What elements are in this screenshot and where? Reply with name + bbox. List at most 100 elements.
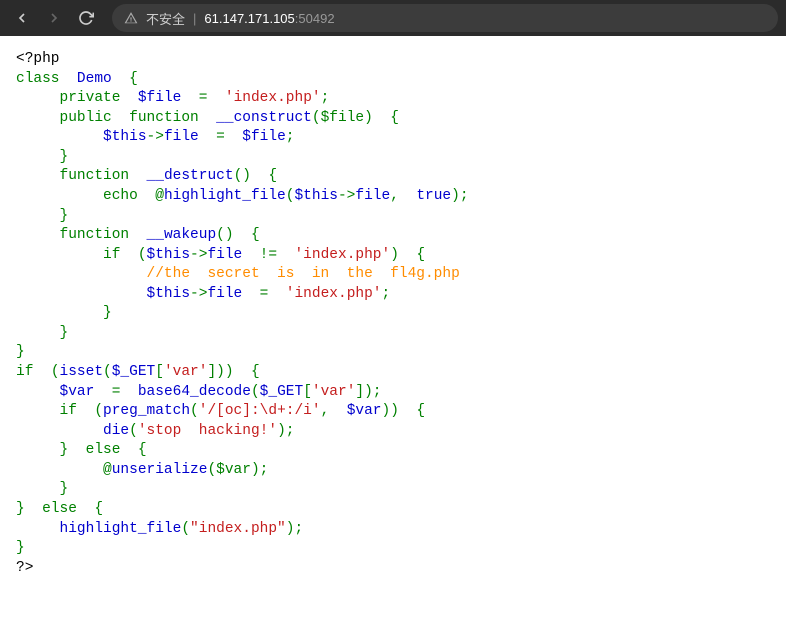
address-bar[interactable]: 不安全 | 61.147.171.105:50492	[112, 4, 778, 32]
url-text: 61.147.171.105:50492	[204, 11, 334, 26]
brace: {	[94, 501, 103, 517]
semi: ;	[460, 188, 469, 204]
brace: {	[416, 247, 425, 263]
paren: ()	[234, 168, 251, 184]
paren: )	[390, 247, 399, 263]
code-content: <?php class Demo { private $file = 'inde…	[0, 36, 786, 592]
fn-preg: preg_match	[103, 403, 190, 419]
kw-public: public	[60, 110, 112, 126]
var-file: $file	[138, 90, 182, 106]
insecure-icon	[124, 11, 138, 25]
paren: (	[103, 364, 112, 380]
brace: }	[16, 501, 25, 517]
kw-if: if	[16, 364, 33, 380]
comment-secret: //the secret is in the fl4g.php	[147, 266, 460, 282]
var-this: $this	[147, 286, 191, 302]
var-var: $var	[347, 403, 382, 419]
str-regex: '/[oc]:\d+:/i'	[199, 403, 321, 419]
brace: {	[251, 227, 260, 243]
var-var: $var	[60, 384, 95, 400]
fn-hf: highlight_file	[164, 188, 286, 204]
brace: }	[16, 540, 25, 556]
arrow: ->	[338, 188, 355, 204]
kw-true: true	[416, 188, 451, 204]
str-var: 'var'	[164, 364, 208, 380]
class-name: Demo	[77, 71, 112, 87]
str-index: 'index.php'	[294, 247, 390, 263]
brace: {	[129, 71, 138, 87]
fn-construct: __construct	[216, 110, 312, 126]
brace: {	[251, 364, 260, 380]
prop-file: file	[355, 188, 390, 204]
prop-file: file	[207, 286, 242, 302]
kw-function: function	[60, 168, 130, 184]
kw-if: if	[103, 247, 120, 263]
brace: }	[60, 481, 69, 497]
kw-if: if	[60, 403, 77, 419]
forward-button[interactable]	[40, 4, 68, 32]
prop-file: file	[207, 247, 242, 263]
str-index: 'index.php'	[225, 90, 321, 106]
kw-else: else	[86, 442, 121, 458]
comma: ,	[390, 188, 399, 204]
arrow: ->	[190, 286, 207, 302]
paren: (	[94, 403, 103, 419]
reload-button[interactable]	[72, 4, 100, 32]
brace: }	[16, 344, 25, 360]
fn-isset: isset	[60, 364, 104, 380]
kw-else: else	[42, 501, 77, 517]
fn-destruct: __destruct	[147, 168, 234, 184]
op-at: @	[103, 462, 112, 478]
paren: (	[190, 403, 199, 419]
param-file: ($file)	[312, 110, 373, 126]
str-var: 'var'	[312, 384, 356, 400]
php-open: <?php	[16, 51, 60, 67]
brace: }	[60, 149, 69, 165]
paren: (	[181, 521, 190, 537]
arrow: ->	[147, 129, 164, 145]
fn-die: die	[103, 423, 129, 439]
var-this: $this	[103, 129, 147, 145]
op-neq: !=	[260, 247, 277, 263]
paren: (	[51, 364, 60, 380]
kw-echo: echo	[103, 188, 138, 204]
paren: (	[251, 384, 260, 400]
op-eq: =	[112, 384, 121, 400]
fn-b64: base64_decode	[138, 384, 251, 400]
paren: ()	[216, 227, 233, 243]
var-this: $this	[147, 247, 191, 263]
brace: }	[103, 305, 112, 321]
arg-var: ($var)	[207, 462, 259, 478]
paren: (	[129, 423, 138, 439]
op-eq: =	[216, 129, 225, 145]
paren: (	[138, 247, 147, 263]
prop-file: file	[164, 129, 199, 145]
php-close: ?>	[16, 560, 33, 576]
op-eq: =	[260, 286, 269, 302]
arrow: ->	[190, 247, 207, 263]
str-index2: "index.php"	[190, 521, 286, 537]
fn-unser: unserialize	[112, 462, 208, 478]
var-file: $file	[242, 129, 286, 145]
kw-function: function	[60, 227, 130, 243]
semi: ;	[286, 129, 295, 145]
brace: }	[60, 325, 69, 341]
back-button[interactable]	[8, 4, 36, 32]
brace: {	[390, 110, 399, 126]
var-get: $_GET	[112, 364, 156, 380]
fn-hf: highlight_file	[60, 521, 182, 537]
str-index: 'index.php'	[286, 286, 382, 302]
separator: |	[193, 11, 196, 26]
kw-function: function	[129, 110, 199, 126]
brace: {	[268, 168, 277, 184]
kw-private: private	[60, 90, 121, 106]
semi: ;	[382, 286, 391, 302]
kw-class: class	[16, 71, 60, 87]
paren: )	[451, 188, 460, 204]
var-get: $_GET	[260, 384, 304, 400]
browser-toolbar: 不安全 | 61.147.171.105:50492	[0, 0, 786, 36]
semi: ;	[321, 90, 330, 106]
comma: ,	[321, 403, 330, 419]
brace: }	[60, 208, 69, 224]
op-eq: =	[199, 90, 208, 106]
